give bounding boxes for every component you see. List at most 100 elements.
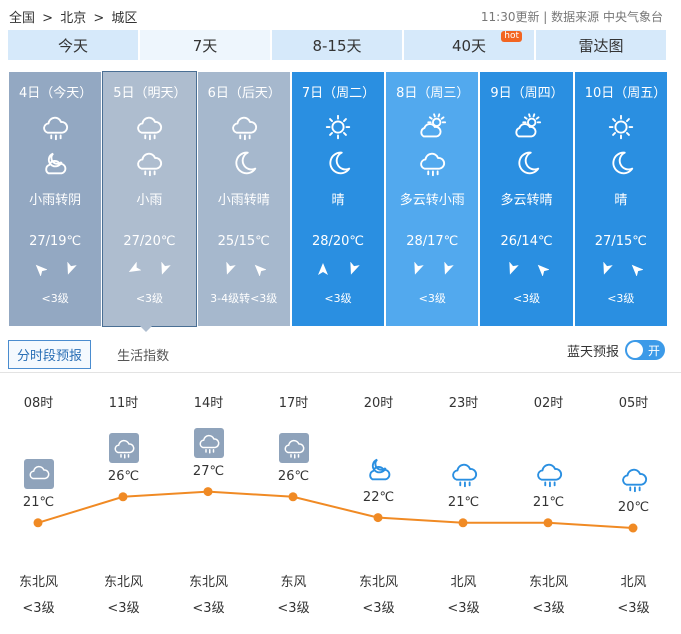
hour-wind-direction: 东北风 — [18, 575, 58, 590]
hour-temperature: 26℃ — [277, 468, 310, 484]
day-icon-slot — [512, 112, 542, 146]
tab-7days[interactable]: 7天 — [140, 30, 270, 60]
day-temperature: 27/20℃ — [123, 234, 176, 249]
sun-cloud-icon — [514, 113, 541, 138]
blue-sky-forecast: 蓝天预报 开 — [567, 340, 665, 360]
day-icon-slot — [606, 112, 636, 146]
wind-direction-icon — [161, 261, 172, 275]
rain-cloud-icon — [137, 116, 163, 141]
day-wind-direction — [480, 261, 572, 280]
hour-temperature: 27℃ — [192, 463, 225, 479]
day-date: 9日（周四） — [490, 86, 564, 101]
hour-wind-direction: 东风 — [280, 575, 307, 590]
day-condition: 晴 — [614, 193, 628, 208]
rain-cloud-icon — [420, 152, 446, 177]
day-wind-level: <3级 — [607, 292, 635, 305]
blue-sky-label: 蓝天预报 — [566, 344, 619, 360]
hour-wind-direction: 东北风 — [188, 575, 228, 590]
night-icon-slot — [134, 148, 164, 182]
day-wind-level: <3级 — [41, 292, 69, 305]
day-temperature: 28/17℃ — [406, 234, 459, 249]
wind-direction-icon — [317, 263, 328, 275]
day-card[interactable]: 7日（周二） 晴 28/20℃ <3级 — [291, 72, 385, 326]
wind-direction-icon — [603, 261, 613, 275]
sun-icon — [325, 114, 351, 140]
tab-life-index[interactable]: 生活指数 — [109, 341, 177, 368]
hour-label: 23时 — [448, 396, 479, 411]
rain-cloud-icon — [621, 468, 647, 493]
hourly-column: 17时 26℃ 东风 <3级 — [251, 380, 336, 630]
rain-cloud-icon — [137, 152, 163, 177]
divider — [0, 372, 681, 373]
day-card[interactable]: 5日（明天） 小雨 27/20℃ <3级 — [102, 71, 197, 327]
night-icon-slot — [40, 148, 70, 182]
hourly-column: 20时 22℃ 东北风 <3级 — [336, 380, 421, 630]
tab-radar[interactable]: 雷达图 — [536, 30, 666, 60]
day-card[interactable]: 6日（后天） 小雨转晴 25/15℃ 3-4级转<3级 — [197, 72, 290, 326]
breadcrumb-city[interactable]: 北京 — [60, 11, 86, 26]
blue-sky-toggle[interactable]: 开 — [625, 340, 665, 360]
day-date: 6日（后天） — [207, 86, 281, 101]
wind-direction-icon — [444, 261, 455, 275]
rain-cloud-icon — [114, 439, 134, 459]
tab-today[interactable]: 今天 — [8, 30, 138, 60]
toggle-knob — [627, 342, 643, 358]
hour-wind-level: <3级 — [192, 601, 225, 616]
day-card[interactable]: 4日（今天） 小雨转阴 27/19℃ <3级 — [9, 72, 102, 326]
wind-direction-icon — [414, 261, 425, 275]
sun-cloud-icon — [420, 113, 447, 138]
day-wind-direction — [198, 261, 290, 280]
breadcrumb-district[interactable]: 城区 — [111, 11, 137, 26]
hour-icon-slot — [364, 454, 394, 488]
day-temperature: 27/19℃ — [29, 234, 82, 249]
day-date: 8日（周三） — [396, 86, 470, 101]
forecast-tabs: 今天 7天 8-15天 40天 hot 雷达图 — [8, 30, 666, 60]
day-date: 4日（今天） — [19, 86, 93, 101]
tab-label: 7天 — [192, 36, 218, 55]
tab-8-15days[interactable]: 8-15天 — [272, 30, 402, 60]
wind-direction-icon — [254, 264, 267, 277]
day-wind-direction — [9, 261, 101, 280]
moon-icon — [329, 151, 351, 175]
night-icon-slot — [323, 148, 353, 182]
day-date: 7日（周二） — [301, 86, 376, 101]
day-wind-direction — [386, 261, 478, 280]
day-card[interactable]: 8日（周三） 多云转小雨 28/17℃ <3级 — [386, 72, 479, 326]
day-condition: 小雨转晴 — [217, 193, 270, 208]
day-card[interactable]: 10日（周五） 晴 27/15℃ <3级 — [574, 72, 667, 326]
day-wind-direction — [575, 261, 667, 280]
day-card[interactable]: 9日（周四） 多云转晴 26/14℃ <3级 — [480, 72, 573, 326]
night-icon-slot — [512, 148, 542, 182]
seven-day-forecast: 4日（今天） 小雨转阴 27/19℃ <3级 5日（明天） 小雨 27/20℃ <3级 6日（后… — [9, 71, 667, 327]
hour-label: 11时 — [108, 396, 139, 411]
hour-wind-direction: 东北风 — [528, 575, 568, 590]
day-icon-slot — [323, 112, 353, 146]
night-icon-slot — [229, 148, 259, 182]
day-wind-level: 3-4级转<3级 — [210, 292, 278, 305]
hour-wind-level: <3级 — [447, 601, 480, 616]
rain-cloud-icon — [451, 463, 477, 487]
hour-temperature: 26℃ — [107, 468, 140, 484]
hour-wind-direction: 东北风 — [103, 575, 143, 590]
day-condition: 小雨转阴 — [29, 193, 82, 208]
hour-label: 20时 — [363, 396, 394, 411]
hour-wind-level: <3级 — [22, 601, 55, 616]
rain-cloud-icon — [231, 116, 257, 141]
moon-icon — [517, 151, 539, 175]
hour-wind-level: <3级 — [532, 601, 565, 616]
tab-hourly-forecast[interactable]: 分时段预报 — [8, 340, 92, 369]
hour-label: 14时 — [193, 396, 224, 411]
night-icon-slot — [606, 148, 636, 182]
day-temperature: 28/20℃ — [311, 234, 365, 249]
day-icon-slot — [417, 112, 447, 146]
tab-40days[interactable]: 40天 hot — [404, 30, 534, 60]
day-condition: 多云转小雨 — [399, 193, 465, 208]
hourly-column: 08时 21℃ 东北风 <3级 — [0, 380, 81, 630]
night-icon-slot — [417, 148, 447, 182]
hourly-column: 05时 20℃ 北风 <3级 — [591, 380, 676, 630]
hour-label: 08时 — [23, 396, 54, 411]
breadcrumb-country[interactable]: 全国 — [9, 11, 35, 26]
day-wind-level: <3级 — [324, 292, 352, 305]
day-wind-direction — [292, 261, 384, 280]
hour-temperature: 21℃ — [447, 494, 480, 510]
